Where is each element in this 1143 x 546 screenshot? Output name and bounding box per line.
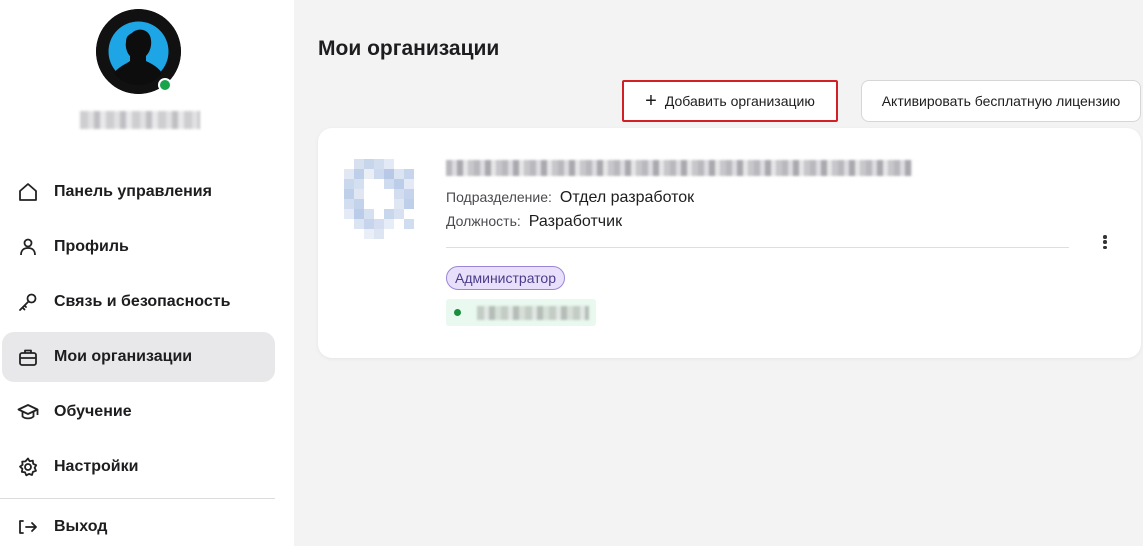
user-icon xyxy=(17,236,39,258)
logout-icon xyxy=(17,516,39,538)
page-title: Мои организации xyxy=(318,37,500,60)
nav-divider xyxy=(0,498,275,499)
status-chip xyxy=(446,299,596,326)
nav-item-dashboard[interactable]: Панель управления xyxy=(2,167,275,217)
nav-item-learning[interactable]: Обучение xyxy=(2,387,275,437)
gear-icon xyxy=(17,456,39,478)
nav-label: Мои организации xyxy=(54,348,193,365)
card-divider xyxy=(446,247,1069,248)
nav-label: Выход xyxy=(54,518,108,535)
main-content: Мои организации + Добавить организацию А… xyxy=(294,9,1143,546)
nav-item-security[interactable]: Связь и безопасность xyxy=(2,277,275,327)
department-row: Подразделение: Отдел разработок xyxy=(446,189,694,207)
nav-item-my-organizations[interactable]: Мои организации xyxy=(2,332,275,382)
status-text-redacted xyxy=(477,305,589,320)
graduation-cap-icon xyxy=(17,401,39,423)
organization-logo xyxy=(344,159,414,239)
position-row: Должность: Разработчик xyxy=(446,213,622,231)
sidebar: Панель управления Профиль Связь и безопа… xyxy=(0,0,294,546)
position-value: Разработчик xyxy=(528,213,623,230)
activate-free-license-button[interactable]: Активировать бесплатную лицензию xyxy=(861,80,1141,122)
position-label: Должность: xyxy=(446,213,521,229)
nav-label: Обучение xyxy=(54,403,132,420)
add-organization-label: Добавить организацию xyxy=(664,93,815,109)
more-options-icon[interactable] xyxy=(1098,231,1112,253)
nav-label: Панель управления xyxy=(54,183,212,200)
department-label: Подразделение: xyxy=(446,189,552,205)
online-status-dot xyxy=(158,78,172,92)
briefcase-icon xyxy=(17,346,39,368)
key-icon xyxy=(17,291,39,313)
plus-icon: + xyxy=(645,90,657,112)
activate-free-license-label: Активировать бесплатную лицензию xyxy=(881,93,1121,109)
nav-item-logout[interactable]: Выход xyxy=(2,502,275,546)
nav-label: Настройки xyxy=(54,458,139,475)
department-value: Отдел разработок xyxy=(559,189,695,206)
status-dot-icon xyxy=(454,309,461,316)
username-redacted xyxy=(80,111,200,129)
organization-name-redacted xyxy=(446,160,912,176)
nav-label: Профиль xyxy=(54,238,129,255)
home-icon xyxy=(17,181,39,203)
add-organization-button[interactable]: + Добавить организацию xyxy=(622,80,838,122)
nav-label: Связь и безопасность xyxy=(54,293,231,310)
nav-item-settings[interactable]: Настройки xyxy=(2,442,275,492)
role-badge: Администратор xyxy=(446,266,566,290)
nav-item-profile[interactable]: Профиль xyxy=(2,222,275,272)
organization-card[interactable]: Подразделение: Отдел разработок Должность… xyxy=(318,128,1141,358)
